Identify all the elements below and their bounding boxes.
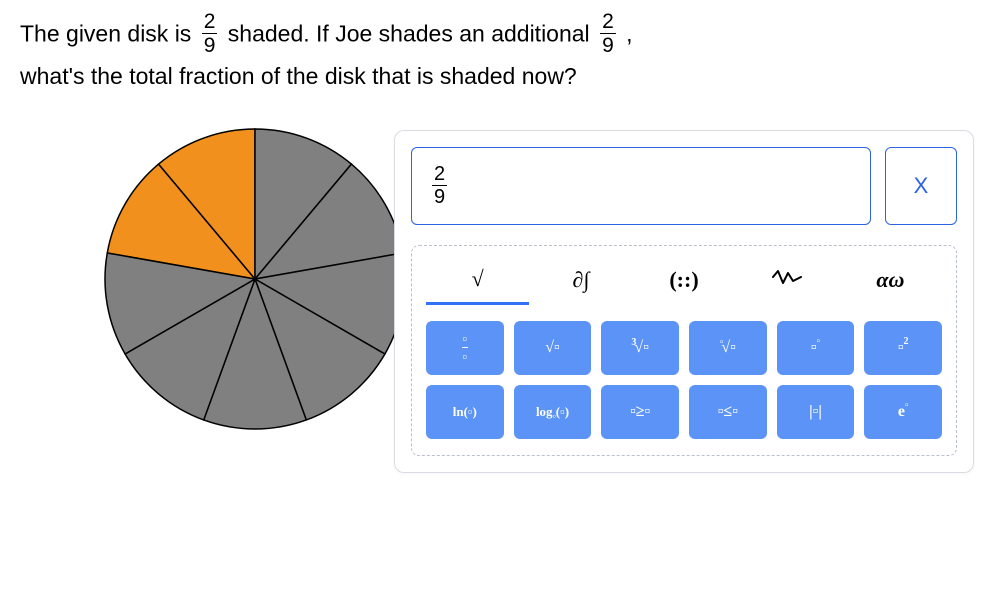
question-fraction-1: 2 9 — [202, 10, 218, 57]
key-log[interactable]: log▫(▫) — [514, 385, 592, 439]
keypad-tab-greek[interactable]: αω — [839, 261, 942, 303]
key-fraction[interactable]: ▫▫ — [426, 321, 504, 375]
keypad-keys: ▫▫√▫3√▫▫√▫▫▫▫2ln(▫)log▫(▫)▫≥▫▫≤▫|▫|e▫ — [426, 321, 942, 439]
question-fraction-2: 2 9 — [600, 10, 616, 57]
key-lte[interactable]: ▫≤▫ — [689, 385, 767, 439]
key-square[interactable]: ▫2 — [864, 321, 942, 375]
question-text: The given disk is 2 9 shaded. If Joe sha… — [0, 0, 1000, 94]
answer-input[interactable]: 2 9 — [411, 147, 871, 225]
question-part4: what's the total fraction of the disk th… — [20, 63, 577, 89]
keypad-tabs: √∂∫(::) αω — [426, 260, 942, 305]
answer-fraction: 2 9 — [432, 163, 447, 208]
keypad-tab-stats[interactable] — [736, 261, 839, 303]
question-comma: , — [626, 21, 632, 47]
keypad-tab-root[interactable]: √ — [426, 260, 529, 305]
math-keypad: √∂∫(::)αω ▫▫√▫3√▫▫√▫▫▫▫2ln(▫)log▫(▫)▫≥▫▫… — [411, 245, 957, 456]
question-part1: The given disk is — [20, 21, 191, 47]
key-exp[interactable]: e▫ — [864, 385, 942, 439]
keypad-tab-calculus[interactable]: ∂∫ — [529, 261, 632, 303]
key-nroot[interactable]: ▫√▫ — [689, 321, 767, 375]
input-panel: 2 9 X √∂∫(::)αω ▫▫√▫3√▫▫√▫▫▫▫2ln(▫)log▫(… — [394, 130, 974, 473]
key-ln[interactable]: ln(▫) — [426, 385, 504, 439]
key-power[interactable]: ▫▫ — [777, 321, 855, 375]
key-abs[interactable]: |▫| — [777, 385, 855, 439]
fraction-disk — [100, 124, 410, 434]
key-gte[interactable]: ▫≥▫ — [601, 385, 679, 439]
keypad-tab-matrix[interactable]: (::) — [632, 261, 735, 303]
key-cbrt[interactable]: 3√▫ — [601, 321, 679, 375]
question-part2: shaded. If Joe shades an additional — [228, 21, 590, 47]
key-sqrt[interactable]: √▫ — [514, 321, 592, 375]
clear-button[interactable]: X — [885, 147, 957, 225]
